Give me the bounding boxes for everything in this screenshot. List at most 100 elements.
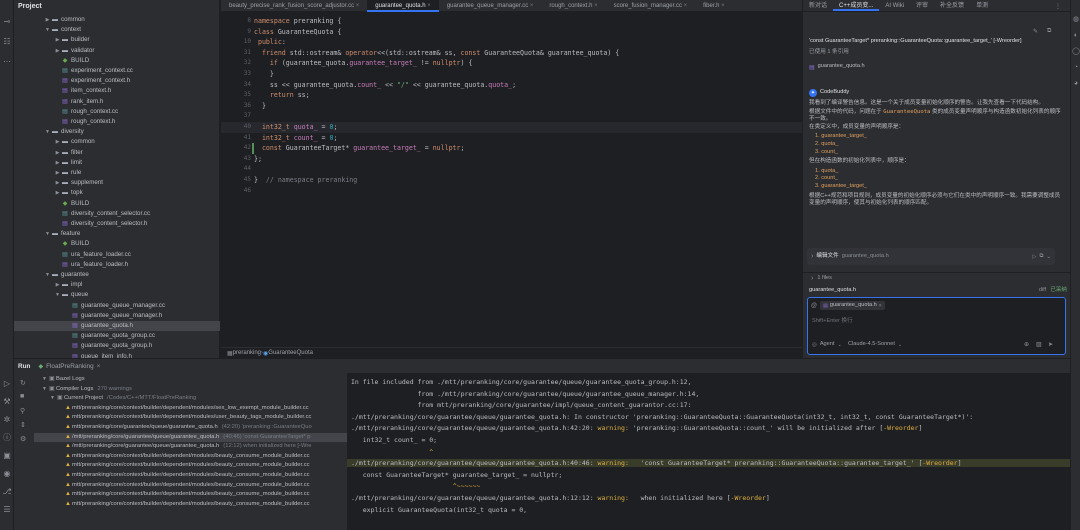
notifications-icon[interactable]: ◍ [1072,16,1080,24]
tree-folder[interactable]: ▶ ▬ supplement [14,178,220,188]
editor-tab[interactable]: beauty_precise_rank_fusion_score_adjusto… [221,0,367,12]
code-line[interactable]: ss << guarantee_quota.count_ << "/" << g… [254,81,516,89]
stop-icon[interactable]: ■ [20,393,24,400]
code-area[interactable]: 8 namespace preranking {9 class GuaranteeQ… [221,13,802,347]
close-icon[interactable]: × [354,3,360,9]
log-tree-row[interactable]: ▼ ▣Current Project/Codes/C++/MTT/FloatPre… [34,394,354,404]
log-tree-row[interactable]: ▼ ▣Bazel Logs [34,375,354,385]
tree-folder[interactable]: ▶ ▬ topk [14,188,220,198]
chevron-right-icon[interactable]: ▶ [54,137,61,147]
log-tree-row[interactable]: ▲mtt/preranking/core/context/builder/dep… [34,404,354,414]
debug-icon[interactable]: ✲ [2,416,12,424]
code-line[interactable]: friend std::ostream& operator<<(std::ost… [254,49,619,57]
files-summary[interactable]: › 1 files [811,275,832,283]
code-line[interactable]: return ss; [254,91,310,99]
tree-file[interactable]: ▤ diversity_content_selector.cc [14,209,220,219]
tree-file[interactable]: ▤ ura_feature_loader.h [14,260,220,270]
chevron-down-icon[interactable]: ▼ [44,127,51,137]
bookmarks-icon[interactable]: ◕ [1072,80,1080,88]
log-tree-row[interactable]: ▲mtt/preranking/core/context/builder/dep… [34,413,354,423]
code-line[interactable]: int32_t quota_ = 0; [254,123,338,131]
git-icon[interactable]: ⎇ [2,488,12,496]
log-tree-row[interactable]: ▲mtt/preranking/core/context/builder/dep… [34,461,354,471]
console-line[interactable]: ^~~~~~~ [351,482,480,490]
log-tree-row[interactable]: ▲mtt/preranking/core/context/builder/dep… [34,490,354,500]
tree-folder[interactable]: ▶ ▬ rule [14,168,220,178]
tree-file[interactable]: ▤ rough_context.cc [14,107,220,117]
ai-tab[interactable]: 单测 [970,0,994,11]
tree-file[interactable]: ▤ guarantee_queue_manager.h [14,311,220,321]
tree-file[interactable]: ▤ guarantee_quota_group.cc [14,331,220,341]
code-line[interactable]: if (guarantee_quota.guarantee_target_ !=… [254,59,473,67]
editor-tab[interactable]: guarantee_quota.h × [367,0,439,12]
chevron-right-icon[interactable]: ▶ [54,35,61,45]
tree-file[interactable]: ▤ item_context.h [14,86,220,96]
tree-folder[interactable]: ▶ ▬ validator [14,46,220,56]
tree-file[interactable]: ▤ rough_context.h [14,117,220,127]
run-tab-title[interactable]: Run [18,363,30,370]
console-line[interactable]: In file included from ./mtt/preranking/c… [351,378,691,386]
copy-icon[interactable]: ⧉ [1039,253,1043,260]
console-line[interactable]: ./mtt/preranking/core/guarantee/queue/gu… [347,459,1070,468]
build-icon[interactable]: ⚒ [2,398,12,406]
diff-button[interactable]: diff [1039,287,1046,295]
chevron-down-icon[interactable]: ▼ [54,290,61,300]
editor-tab[interactable]: score_fusion_manager.cc × [606,0,696,12]
console-line[interactable]: from mtt/preranking/core/guarantee/impl/… [351,401,692,409]
breadcrumb-item[interactable]: GuaranteeQuota [268,350,313,356]
breadcrumb-item[interactable]: preranking [233,350,261,356]
log-tree-row[interactable]: ▲/mtt/preranking/core/guarantee/queue/gu… [34,442,354,452]
tree-folder[interactable]: ▶ ▬ builder [14,35,220,45]
edit-message-icon[interactable]: ✎ [1033,28,1038,35]
at-mention-icon[interactable]: @ [811,303,817,309]
code-line[interactable]: int32_t count_ = 0; [254,134,338,142]
editor-tab[interactable]: guarantee_queue_manager.cc × [439,0,542,12]
chevron-right-icon[interactable]: ▶ [54,46,61,56]
structure-icon[interactable]: ☷ [2,38,12,46]
chevron-right-icon[interactable]: ▶ [44,15,51,25]
tree-folder[interactable]: ▼ ▬ guarantee [14,270,220,280]
problems-icon[interactable]: ⓘ [2,434,12,442]
tree-file[interactable]: ▤ guarantee_quota_group.h [14,341,220,351]
close-icon[interactable]: × [426,3,431,9]
tree-folder[interactable]: ▼ ▬ diversity [14,127,220,137]
console-line[interactable]: ./mtt/preranking/core/guarantee/queue/gu… [351,494,770,502]
agent-selector[interactable]: ◎ Agent ⌄ [812,341,842,349]
log-tree-row[interactable]: ▲mtt/preranking/core/context/builder/dep… [34,500,354,510]
tree-file[interactable]: ◆ BUILD [14,56,220,66]
rerun-icon[interactable]: ↻ [20,379,26,387]
services-icon[interactable]: ◉ [2,470,12,478]
close-icon[interactable]: × [528,3,534,9]
tree-file[interactable]: ▤ experiment_context.h [14,76,220,86]
console-line[interactable]: from ./mtt/preranking/core/guarantee/que… [351,390,700,398]
console-line[interactable]: ./mtt/preranking/core/guarantee/queue/gu… [351,413,973,421]
chevron-down-icon[interactable]: ▼ [44,229,51,239]
log-tree-row[interactable]: ▼ ▣Compiler Logs 270 warnings [34,385,354,395]
ai-tab[interactable]: 补全反馈 [934,0,970,11]
changed-file-row[interactable]: guarantee_quota.h diff 已采纳 [809,286,1067,296]
attach-icon[interactable]: ⊕ [1024,341,1029,348]
tree-folder[interactable]: ▼ ▬ context [14,25,220,35]
model-selector[interactable]: Claude-4.5-Sonnet ⌄ [848,341,902,349]
panel-menu-icon[interactable]: ⋮ [1055,3,1061,10]
console-line[interactable]: int32_t count_ = 0; [351,436,437,444]
close-icon[interactable]: × [592,3,598,9]
send-icon[interactable]: ➤ [1048,341,1053,348]
tree-file[interactable]: ▤ rank_item.h [14,97,220,107]
chevron-right-icon[interactable]: ▶ [54,168,61,178]
code-line[interactable]: }; [254,155,262,163]
tree-folder[interactable]: ▼ ▬ queue [14,290,220,300]
ai-tab[interactable]: C++成员变... [833,0,880,11]
chevron-right-icon[interactable]: ▶ [54,280,61,290]
commit-icon[interactable]: ⊸ [2,18,12,26]
settings-icon[interactable]: ⚙ [20,435,26,443]
tree-folder[interactable]: ▶ ▬ filter [14,148,220,158]
console-output[interactable]: In file included from ./mtt/preranking/c… [347,373,1070,530]
more-icon[interactable]: ⋯ [2,58,12,66]
tree-file[interactable]: ▤ diversity_content_selector.h [14,219,220,229]
run-icon[interactable]: ▷ [2,380,12,388]
close-icon[interactable]: × [879,303,882,309]
terminal-icon[interactable]: ▣ [2,452,12,460]
log-tree-row[interactable]: ▲mtt/preranking/core/context/builder/dep… [34,471,354,481]
console-line[interactable]: ./mtt/preranking/core/guarantee/queue/gu… [351,424,922,432]
